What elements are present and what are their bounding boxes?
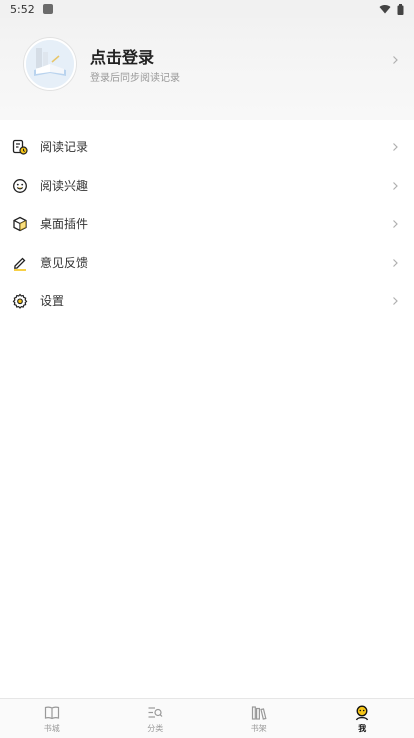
book-icon <box>43 704 61 722</box>
login-header[interactable]: 点击登录 登录后同步阅读记录 <box>0 18 414 120</box>
bookshelf-icon <box>250 704 268 722</box>
reading-history-icon <box>12 139 28 155</box>
nav-item-category[interactable]: 分类 <box>104 699 208 738</box>
menu-item-label: 阅读记录 <box>40 139 88 155</box>
profile-icon <box>353 704 371 722</box>
chevron-right-icon <box>390 219 400 229</box>
menu-item-reading-interest[interactable]: 阅读兴趣 <box>0 167 414 206</box>
menu-item-label: 意见反馈 <box>40 255 88 271</box>
status-right <box>379 4 404 15</box>
avatar[interactable] <box>24 38 76 90</box>
menu-item-feedback[interactable]: 意见反馈 <box>0 244 414 283</box>
chevron-right-icon <box>390 181 400 191</box>
menu-item-label: 阅读兴趣 <box>40 178 88 194</box>
category-search-icon <box>146 704 164 722</box>
nav-label: 分类 <box>147 723 163 734</box>
menu-item-desktop-widget[interactable]: 桌面插件 <box>0 205 414 244</box>
pencil-icon <box>12 255 28 271</box>
smiley-icon <box>12 178 28 194</box>
login-title[interactable]: 点击登录 <box>90 44 154 68</box>
nav-label: 我 <box>358 723 366 734</box>
menu-list: 阅读记录 阅读兴趣 桌面插件 意见反馈 <box>0 128 414 321</box>
nav-item-me[interactable]: 我 <box>311 699 414 738</box>
nav-label: 书城 <box>44 723 60 734</box>
status-bar: 5:52 <box>0 0 414 18</box>
wifi-icon <box>379 4 391 14</box>
menu-item-reading-history[interactable]: 阅读记录 <box>0 128 414 167</box>
cube-icon <box>12 216 28 232</box>
login-subtitle: 登录后同步阅读记录 <box>90 69 180 84</box>
chevron-right-icon <box>390 55 400 65</box>
status-left: 5:52 <box>10 3 53 16</box>
nav-label: 书架 <box>251 723 267 734</box>
nav-item-bookshelf[interactable]: 书架 <box>207 699 311 738</box>
chevron-right-icon <box>390 142 400 152</box>
nav-item-bookstore[interactable]: 书城 <box>0 699 104 738</box>
avatar-book-icon <box>26 40 74 88</box>
battery-icon <box>397 4 404 15</box>
chevron-right-icon <box>390 258 400 268</box>
bottom-nav: 书城 分类 书架 我 <box>0 698 414 738</box>
menu-item-label: 桌面插件 <box>40 216 88 232</box>
status-time: 5:52 <box>10 3 35 16</box>
menu-item-label: 设置 <box>40 293 64 309</box>
gear-icon <box>12 293 28 309</box>
notification-icon <box>43 4 53 14</box>
menu-item-settings[interactable]: 设置 <box>0 282 414 321</box>
chevron-right-icon <box>390 296 400 306</box>
